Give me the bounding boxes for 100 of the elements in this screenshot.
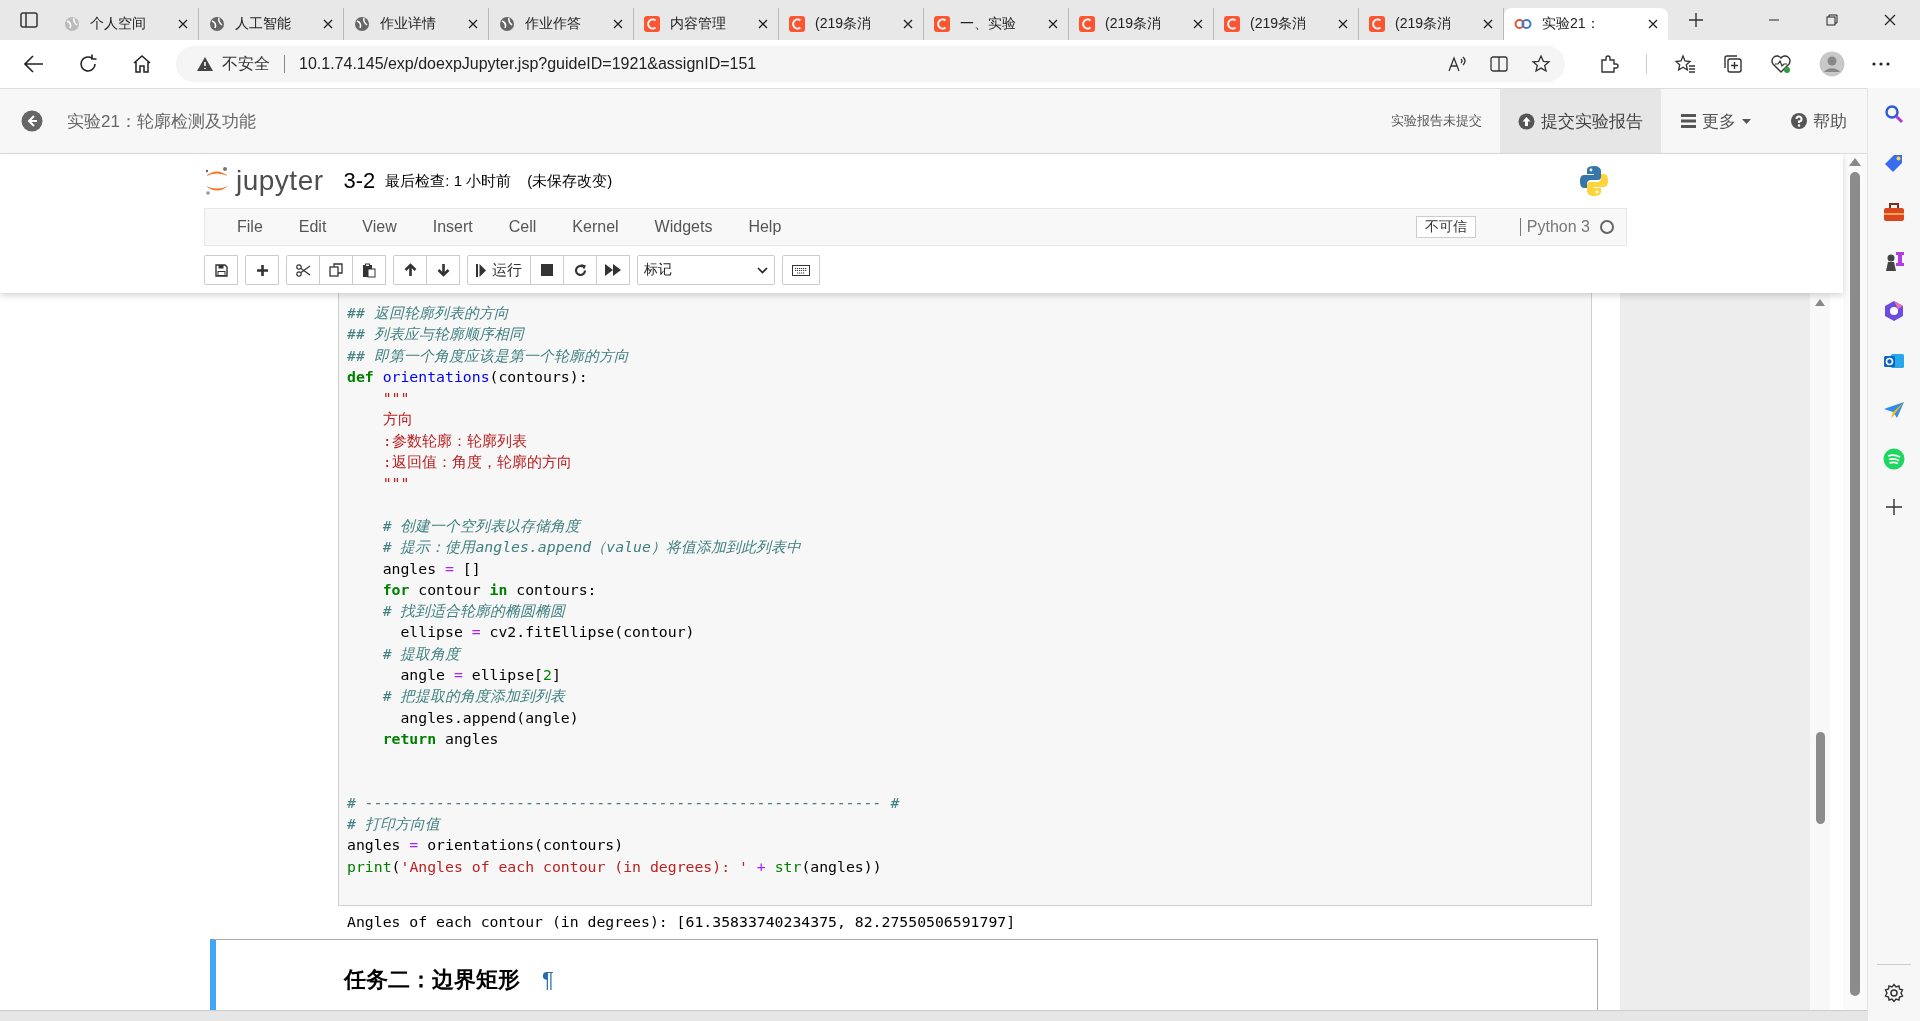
keyboard-shortcuts-button[interactable] xyxy=(782,255,820,285)
section-heading: 任务二：边界矩形 xyxy=(344,966,520,994)
run-all-button[interactable] xyxy=(596,255,630,285)
tab-actions-icon[interactable] xyxy=(20,12,38,28)
stop-button[interactable] xyxy=(530,255,564,285)
back-arrow-icon[interactable] xyxy=(24,55,44,73)
scissors-icon xyxy=(295,263,311,277)
menu-item[interactable]: File xyxy=(219,218,281,236)
run-button[interactable]: 运行 xyxy=(467,255,531,285)
scrollbar[interactable] xyxy=(1843,154,1867,1010)
paste-button[interactable] xyxy=(352,255,386,285)
settings-icon[interactable] xyxy=(1884,983,1904,1003)
stop-icon xyxy=(541,264,553,276)
search-icon[interactable] xyxy=(1884,104,1904,124)
plus-icon xyxy=(255,263,269,277)
address-field[interactable]: 不安全 10.1.74.145/exp/doexpJupyter.jsp?guideID=1921&assignID=151 xyxy=(176,46,1565,82)
close-icon[interactable] xyxy=(323,19,333,29)
cut-button[interactable] xyxy=(286,255,320,285)
string-literal: """ xyxy=(381,389,410,407)
checkpoint-status: 最后检查: 1 小时前 xyxy=(385,171,512,191)
close-icon[interactable] xyxy=(178,19,188,29)
profile-avatar-icon[interactable] xyxy=(1819,51,1845,77)
close-icon[interactable] xyxy=(1048,19,1058,29)
string-literal: 方向 xyxy=(381,410,413,428)
add-icon[interactable] xyxy=(1885,498,1903,516)
restart-button[interactable] xyxy=(563,255,597,285)
move-up-button[interactable] xyxy=(393,255,427,285)
star-icon[interactable] xyxy=(1531,54,1551,74)
paper-plane-icon[interactable] xyxy=(1883,400,1905,420)
scrollbar-thumb[interactable] xyxy=(1815,732,1825,824)
c-logo-icon xyxy=(1079,16,1095,32)
back-circle-icon[interactable] xyxy=(21,110,43,132)
code-text: cv2.fitEllipse(contour) xyxy=(488,623,695,641)
code-text: (contours): xyxy=(489,367,588,385)
heart-pulse-icon[interactable] xyxy=(1770,54,1792,74)
menu-item[interactable]: Cell xyxy=(490,218,555,236)
menu-item[interactable]: Kernel xyxy=(554,218,637,236)
more-menu-button[interactable]: 更多 xyxy=(1661,89,1771,153)
split-screen-icon[interactable] xyxy=(1489,55,1509,73)
toolbox-icon[interactable] xyxy=(1883,202,1905,222)
warning-icon xyxy=(196,56,214,72)
globe-icon xyxy=(499,16,515,32)
new-tab-icon[interactable] xyxy=(1688,12,1704,28)
menu-item[interactable]: Help xyxy=(730,218,800,236)
trust-indicator[interactable]: 不可信 xyxy=(1415,216,1476,238)
code-operator: = xyxy=(453,666,463,684)
heading-anchor-link[interactable]: ¶ xyxy=(542,967,554,993)
chess-pieces-icon[interactable] xyxy=(1883,250,1905,272)
close-icon[interactable] xyxy=(613,19,623,29)
copy-button[interactable] xyxy=(319,255,353,285)
menu-item[interactable]: Widgets xyxy=(636,218,731,236)
down-arrow-icon xyxy=(436,263,450,277)
scroll-up-icon[interactable] xyxy=(1849,158,1861,166)
string-literal: """ xyxy=(381,474,410,492)
close-icon[interactable] xyxy=(1648,19,1658,29)
jupyter-logo-icon xyxy=(204,165,230,197)
rings-logo-icon xyxy=(1514,17,1532,31)
notebook-name[interactable]: 3-2 xyxy=(343,168,376,194)
menu-item[interactable]: View xyxy=(344,218,415,236)
code-comment: # 打印方向值 xyxy=(347,815,440,833)
save-button[interactable] xyxy=(204,255,238,285)
close-icon[interactable] xyxy=(903,19,913,29)
puzzle-piece-icon[interactable] xyxy=(1599,54,1619,74)
menu-item[interactable]: Edit xyxy=(280,218,345,236)
scrollbar-thumb[interactable] xyxy=(1850,172,1860,996)
favorites-star-icon[interactable] xyxy=(1674,54,1696,74)
insert-cell-button[interactable] xyxy=(245,255,279,285)
read-aloud-icon[interactable] xyxy=(1447,55,1467,73)
home-icon[interactable] xyxy=(132,54,152,74)
globe-icon xyxy=(209,16,225,32)
horizontal-scrollbar[interactable] xyxy=(0,1010,1867,1021)
browser-tab[interactable]: 实验21： xyxy=(1504,8,1668,40)
code-operator: = xyxy=(409,836,419,854)
restore-icon[interactable] xyxy=(1826,14,1838,26)
scrollbar[interactable] xyxy=(1810,293,1830,1010)
close-icon[interactable] xyxy=(468,19,478,29)
cell-type-select[interactable]: 标记 xyxy=(637,255,775,285)
move-down-button[interactable] xyxy=(426,255,460,285)
close-icon[interactable] xyxy=(758,19,768,29)
tag-icon[interactable] xyxy=(1883,152,1905,174)
copy-icon xyxy=(329,263,343,277)
close-icon[interactable] xyxy=(1338,19,1348,29)
code-input-area[interactable] xyxy=(338,293,1592,906)
more-options-icon[interactable] xyxy=(1872,62,1890,66)
scroll-up-icon[interactable] xyxy=(1815,299,1825,306)
code-text: ellipse xyxy=(399,623,464,641)
jupyter-wordmark: jupyter xyxy=(236,165,324,197)
hexagon-logo-icon[interactable] xyxy=(1883,300,1905,322)
collections-icon[interactable] xyxy=(1723,54,1743,74)
submit-report-button[interactable]: 提交实验报告 xyxy=(1500,89,1661,153)
code-keyword: in xyxy=(489,580,508,598)
close-icon[interactable] xyxy=(1483,19,1493,29)
code-text: angles xyxy=(347,836,402,854)
menu-item[interactable]: Insert xyxy=(414,218,491,236)
kernel-name: Python 3 xyxy=(1519,218,1590,236)
code-comment: ## 返回轮廓列表的方向 xyxy=(347,304,509,321)
close-icon[interactable] xyxy=(1193,19,1203,29)
reload-icon[interactable] xyxy=(78,54,98,74)
close-icon[interactable] xyxy=(1884,14,1896,26)
help-button[interactable]: 帮助 xyxy=(1771,89,1867,153)
